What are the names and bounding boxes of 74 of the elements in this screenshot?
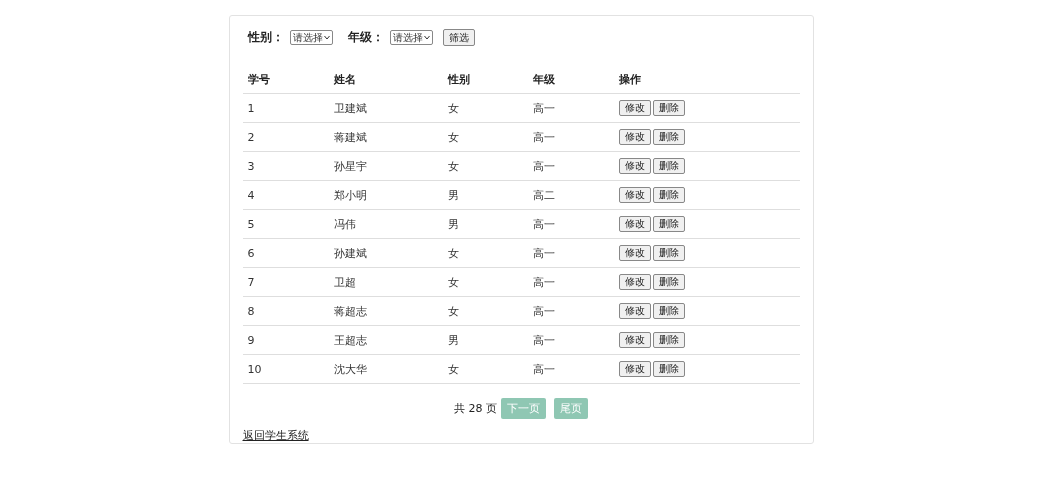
column-header: 操作 (618, 71, 642, 87)
filter-label: 年级： (347, 29, 384, 46)
filter-label: 性别： (247, 29, 284, 46)
delete-button[interactable]: 删除 (652, 245, 685, 261)
column-header: 姓名 (333, 71, 357, 87)
table-cell-text: 1 (247, 101, 256, 115)
edit-button[interactable]: 修改 (618, 100, 651, 116)
table-cell-text: 8 (247, 304, 256, 318)
table-cell-text: 高一 (532, 129, 556, 145)
table-cell-text: 高一 (532, 332, 556, 348)
table-cell-text: 女 (447, 303, 460, 319)
table-cell-text: 蒋建斌 (333, 129, 368, 145)
table-cell-text: 高一 (532, 274, 556, 290)
table-cell-text: 高一 (532, 303, 556, 319)
delete-button[interactable]: 删除 (652, 274, 685, 290)
table-cell-text: 蒋超志 (333, 303, 368, 319)
delete-button[interactable]: 删除 (652, 158, 685, 174)
table-cell-text: 女 (447, 100, 460, 116)
edit-button[interactable]: 修改 (618, 245, 651, 261)
delete-button[interactable]: 删除 (652, 361, 685, 377)
table-cell-text: 5 (247, 217, 256, 231)
table-cell-text: 10 (247, 362, 263, 376)
table-cell-text: 高一 (532, 361, 556, 377)
table-cell-text: 孙星宇 (333, 158, 368, 174)
table-cell-text: 卫建斌 (333, 100, 368, 116)
table-cell-text: 高一 (532, 245, 556, 261)
delete-button[interactable]: 删除 (652, 187, 685, 203)
column-header: 性别 (447, 71, 471, 87)
table-cell-text: 孙建斌 (333, 245, 368, 261)
table-cell-text: 女 (447, 361, 460, 377)
edit-button[interactable]: 修改 (618, 216, 651, 232)
table-cell-text: 沈大华 (333, 361, 368, 377)
delete-button[interactable]: 删除 (652, 100, 685, 116)
table-cell-text: 2 (247, 130, 256, 144)
table-cell-text: 9 (247, 333, 256, 347)
table-cell-text: 女 (447, 158, 460, 174)
column-header: 年级 (532, 71, 556, 87)
table-cell-text: 郑小明 (333, 187, 368, 203)
table-cell-text: 6 (247, 246, 256, 260)
delete-button[interactable]: 删除 (652, 303, 685, 319)
table-cell-text: 女 (447, 274, 460, 290)
edit-button[interactable]: 修改 (618, 303, 651, 319)
page-count: 共 28 页 (454, 401, 497, 416)
table-cell-text: 高二 (532, 187, 556, 203)
table-cell-text: 高一 (532, 216, 556, 232)
filter-button[interactable]: 筛选 (442, 29, 475, 46)
edit-button[interactable]: 修改 (618, 158, 651, 174)
table-cell-text: 女 (447, 129, 460, 145)
table-cell-text: 高一 (532, 158, 556, 174)
edit-button[interactable]: 修改 (618, 332, 651, 348)
table-cell-text: 王超志 (333, 332, 368, 348)
delete-button[interactable]: 删除 (652, 129, 685, 145)
table-cell-text: 高一 (532, 100, 556, 116)
edit-button[interactable]: 修改 (618, 361, 651, 377)
dropdown-select[interactable]: 请选择 (389, 30, 433, 45)
table-cell-text: 卫超 (333, 274, 357, 290)
column-header: 学号 (247, 71, 271, 87)
table-cell-text: 3 (247, 159, 256, 173)
delete-button[interactable]: 删除 (652, 332, 685, 348)
dropdown-select[interactable]: 请选择 (289, 30, 333, 45)
edit-button[interactable]: 修改 (618, 187, 651, 203)
caret-icon (323, 35, 330, 40)
table-cell-text: 4 (247, 188, 256, 202)
edit-button[interactable]: 修改 (618, 129, 651, 145)
caret-icon (423, 35, 430, 40)
table-cell-text: 男 (447, 216, 460, 232)
delete-button[interactable]: 删除 (652, 216, 685, 232)
table-cell-text: 女 (447, 245, 460, 261)
back-link[interactable]: 返回学生系统 (242, 428, 309, 443)
table-cell-text: 男 (447, 332, 460, 348)
table-cell-text: 7 (247, 275, 256, 289)
table-cell-text: 男 (447, 187, 460, 203)
edit-button[interactable]: 修改 (618, 274, 651, 290)
table-cell-text: 冯伟 (333, 216, 357, 232)
